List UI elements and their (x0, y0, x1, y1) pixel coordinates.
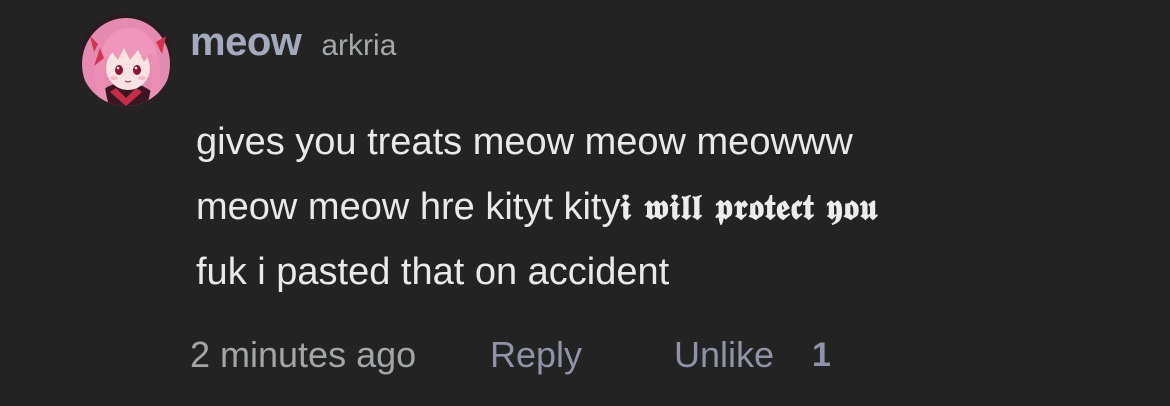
like-count[interactable]: 1 (812, 336, 831, 375)
comment: meow arkria gives you treats meow meow m… (0, 0, 1170, 406)
anime-avatar-icon (80, 14, 172, 106)
username[interactable]: arkria (321, 29, 396, 63)
comment-line-3: fuk i pasted that on accident (196, 251, 670, 293)
comment-body: gives you treats meow meow meowww meow m… (196, 110, 1146, 305)
comment-header: meow arkria (190, 20, 396, 65)
comment-line-1: gives you treats meow meow meowww (196, 121, 853, 163)
unlike-button[interactable]: Unlike (674, 334, 774, 376)
reply-button[interactable]: Reply (490, 334, 582, 376)
comment-line-2-plain: meow meow hre kityt kity (196, 186, 621, 228)
comment-line-2-gothic: 𝖎 𝖜𝖎𝖑𝖑 𝖕𝖗𝖔𝖙𝖊𝖈𝖙 𝖞𝖔𝖚 (620, 187, 878, 228)
timestamp: 2 minutes ago (190, 334, 417, 375)
avatar[interactable] (80, 14, 172, 106)
comment-line-2: meow meow hre kityt kity𝖎 𝖜𝖎𝖑𝖑 𝖕𝖗𝖔𝖙𝖊𝖈𝖙 𝖞… (196, 175, 1146, 240)
display-name[interactable]: meow (190, 20, 302, 65)
